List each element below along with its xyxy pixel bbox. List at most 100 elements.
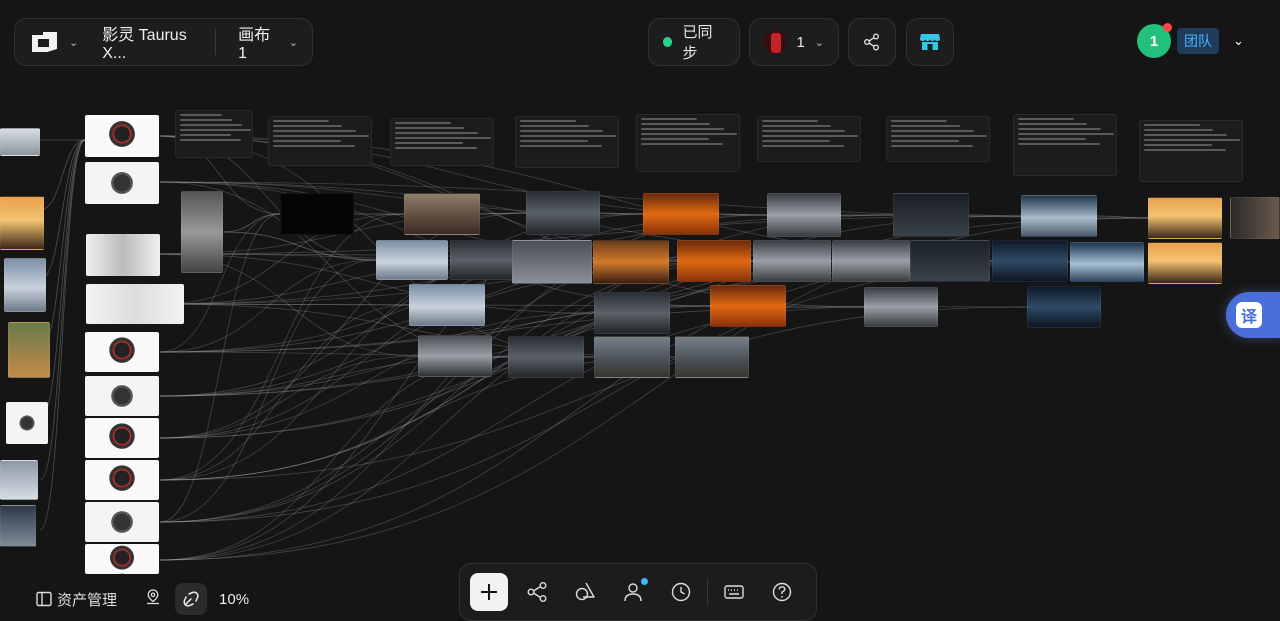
connection-wire [39,139,86,421]
sync-status-text: 已同步 [682,24,713,62]
text-node[interactable] [390,118,494,166]
image-node[interactable] [409,284,485,326]
text-node[interactable] [1013,114,1117,176]
image-node[interactable] [376,240,448,280]
image-node[interactable] [6,402,48,444]
help-icon [772,582,792,602]
chevron-down-icon[interactable]: ⌄ [69,36,78,49]
image-node[interactable] [594,292,670,334]
image-node[interactable] [86,234,160,276]
image-node[interactable] [832,240,910,282]
image-node[interactable] [677,240,751,282]
text-node[interactable] [636,114,740,172]
image-node[interactable] [85,460,159,500]
image-node[interactable] [1148,242,1222,284]
toolbar-divider [707,580,708,604]
image-node[interactable] [710,285,786,327]
team-switcher[interactable]: 1 团队 ⌄ [1137,23,1244,58]
location-pin-button[interactable] [145,588,161,610]
image-node[interactable] [86,284,184,324]
store-button[interactable] [906,18,954,66]
image-node[interactable] [992,240,1068,282]
image-node[interactable] [675,336,749,378]
image-node[interactable] [508,336,584,378]
image-node[interactable] [1148,197,1222,239]
chevron-down-icon: ⌄ [1233,33,1244,48]
image-node[interactable] [753,240,831,282]
avatar [764,30,787,54]
image-node[interactable] [85,376,159,416]
connection-wire [159,259,377,353]
chevron-down-icon: ⌄ [814,36,824,49]
image-node[interactable] [643,193,719,235]
text-node[interactable] [268,116,372,166]
image-node[interactable] [526,191,600,235]
project-title[interactable]: 影灵 Taurus X... [102,21,193,63]
translate-icon: 译 [1236,302,1262,328]
image-node[interactable] [4,258,46,312]
image-node[interactable] [85,544,159,574]
image-node[interactable] [1021,195,1097,237]
connection-wire [39,139,86,281]
image-node[interactable] [181,191,223,273]
image-node[interactable] [1027,286,1101,328]
image-node[interactable] [450,240,514,280]
image-node[interactable] [512,240,592,284]
translate-button[interactable]: 译 [1226,292,1280,338]
canvas-name[interactable]: 画布 1 [238,21,275,63]
zoom-level[interactable]: 10% [219,591,249,608]
logo-icon[interactable] [29,31,59,53]
help-button[interactable] [758,572,806,612]
notification-dot [641,578,648,585]
history-button[interactable] [657,572,705,612]
assets-button[interactable]: 资产管理 [36,589,117,610]
snap-button[interactable] [175,583,208,615]
image-node[interactable] [418,335,492,377]
text-node[interactable] [1139,120,1243,182]
image-node[interactable] [280,193,354,235]
connection-wire [159,304,410,481]
text-node[interactable] [886,116,990,162]
sidebar-panel-icon [36,591,52,607]
person-button[interactable] [609,572,657,612]
text-node[interactable] [757,116,861,162]
image-node[interactable] [0,196,44,250]
image-node[interactable] [85,162,159,204]
bottom-left-controls: 资产管理 10% [36,583,249,615]
image-node[interactable] [0,460,38,500]
image-node[interactable] [767,193,841,237]
image-node[interactable] [8,322,50,378]
image-node[interactable] [864,287,938,327]
sync-status: 已同步 [648,18,740,66]
image-node[interactable] [0,128,40,156]
bottom-toolbar [459,563,817,621]
image-node[interactable] [1230,197,1280,239]
image-node[interactable] [1070,242,1144,282]
image-node[interactable] [593,240,669,284]
shapes-button[interactable] [561,572,609,612]
share-button[interactable] [848,18,896,66]
workflow-button[interactable] [513,572,561,612]
keyboard-shortcuts-button[interactable] [710,572,758,612]
image-node[interactable] [893,193,969,237]
image-node[interactable] [404,193,480,235]
person-icon [624,583,642,602]
snap-link-icon [183,591,199,607]
image-node[interactable] [85,115,159,157]
connection-wire [39,139,86,351]
image-node[interactable] [0,505,36,547]
chevron-down-icon[interactable]: ⌄ [289,36,298,49]
image-node[interactable] [85,332,159,372]
image-node[interactable] [85,502,159,542]
node-canvas[interactable] [0,0,1280,620]
assets-label: 资产管理 [57,591,118,609]
image-node[interactable] [910,240,990,282]
image-node[interactable] [85,418,159,458]
add-node-button[interactable] [470,573,508,611]
collaborator-count: 1 [796,33,805,51]
text-node[interactable] [175,110,253,158]
sync-dot-icon [663,37,673,47]
collaborators-button[interactable]: 1 ⌄ [749,18,839,66]
image-node[interactable] [594,336,670,378]
text-node[interactable] [515,116,619,168]
